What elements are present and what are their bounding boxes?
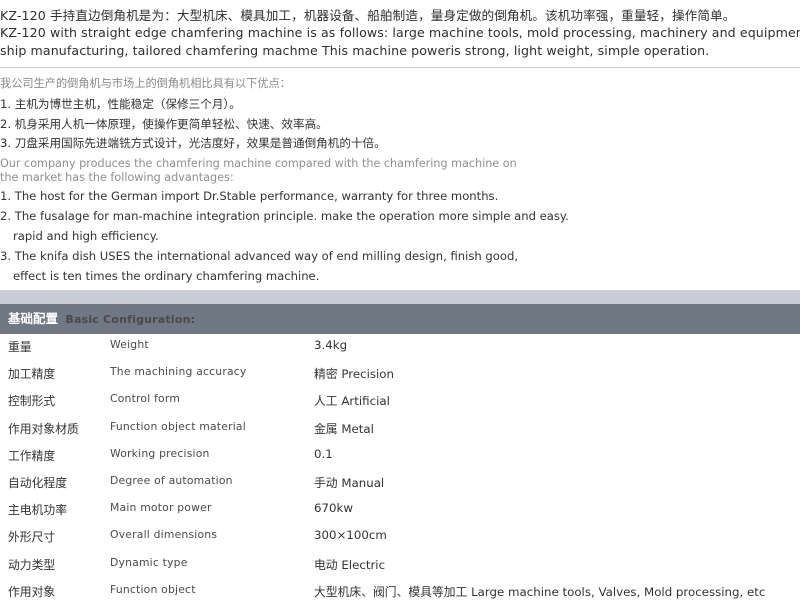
row-value: 手动 Manual [314,475,385,490]
row-label-en: Weight [110,338,149,351]
row-label-en: Control form [110,392,181,406]
advantage-en-3-cont: effect is ten times the ordinary chamfer… [13,269,320,283]
row-label-en: Overall dimensions [110,528,218,542]
row-value: 300×100cm [314,528,387,543]
row-label-en: Degree of automation [110,473,233,487]
intro-cn: KZ-120 手持直边倒角机是为：大型机床、模具加工，机器设备、船舶制造，量身定… [0,8,736,23]
advantage-en-2: 2. The fusalage for man-machine integrat… [0,209,569,223]
row-value: 电动 Electric [314,557,386,572]
config-table: 重量 Weight 3.4kg 加工精度 The machining accur… [0,334,800,606]
row-value: 人工 Artificial [314,394,390,409]
row-label-cn: 控制形式 [8,394,56,409]
row-label-en: Function object material [110,419,246,433]
row-label-cn: 动力类型 [8,557,56,572]
row-label-en: Main motor power [110,501,212,515]
advantages-en-title-line1: Our company produces the chamfering mach… [0,157,517,170]
row-label-cn: 重量 [8,340,32,354]
intro-en-line2: ship manufacturing, tailored chamfering … [0,43,710,58]
advantage-cn-1: 1. 主机为博世主机，性能稳定（保修三个月）。 [0,97,241,111]
row-label-cn: 工作精度 [8,448,56,463]
row-value: 金属 Metal [314,421,374,436]
config-header: 基础配置 Basic Configuration: [0,304,800,334]
config-top-band [0,290,800,304]
table-row: 主电机功率 Main motor power 670kw [0,497,800,524]
table-row: 动力类型 Dynamic type 电动 Electric [0,552,800,579]
config-title-cn: 基础配置 [8,311,59,326]
row-label-en: Function object [110,582,196,596]
row-value: 3.4kg [314,338,348,352]
table-row: 作用对象材质 Function object material 金属 Metal [0,416,800,443]
divider [0,67,800,68]
row-label-en: Dynamic type [110,555,188,569]
table-row: 作用对象 Function object 大型机床、阀门、模具等加工 Large… [0,579,800,606]
advantage-cn-3: 3. 刀盘采用国际先进端铣方式设计，光洁度好，效果是普通倒角机的十倍。 [0,136,386,150]
advantage-en-2-cont: rapid and high efficiency. [13,229,159,243]
row-label-cn: 作用对象材质 [8,421,79,436]
row-label-cn: 加工精度 [8,367,56,382]
table-row: 重量 Weight 3.4kg [0,334,800,361]
table-row: 加工精度 The machining accuracy 精密 Precision [0,361,800,388]
row-label-en: The machining accuracy [110,365,247,379]
advantages-cn-title: 我公司生产的倒角机与市场上的倒角机相比具有以下优点： [0,77,291,90]
row-label-cn: 作用对象 [8,584,56,599]
advantages-en-title-line2: the market has the following advantages: [0,171,234,184]
config-title-en: Basic Configuration: [65,313,196,326]
row-label-cn: 自动化程度 [8,475,67,490]
table-row: 控制形式 Control form 人工 Artificial [0,388,800,415]
row-label-cn: 主电机功率 [8,503,67,518]
advantage-en-3: 3. The knifa dish USES the international… [0,249,518,263]
table-row: 工作精度 Working precision 0.1 [0,443,800,470]
advantage-en-1: 1. The host for the German import Dr.Sta… [0,189,499,203]
intro-en-line1: KZ-120 with straight edge chamfering mac… [0,25,800,40]
row-value: 精密 Precision [314,367,394,382]
row-value: 0.1 [314,446,333,461]
advantage-cn-2: 2. 机身采用人机一体原理，使操作更简单轻松、快速、效率高。 [0,117,328,131]
row-value: 670kw [314,501,353,516]
table-row: 外形尺寸 Overall dimensions 300×100cm [0,524,800,551]
row-value: 大型机床、阀门、模具等加工 Large machine tools, Valve… [314,584,766,599]
row-label-cn: 外形尺寸 [8,530,56,545]
row-label-en: Working precision [110,446,210,460]
table-row: 自动化程度 Degree of automation 手动 Manual [0,470,800,497]
